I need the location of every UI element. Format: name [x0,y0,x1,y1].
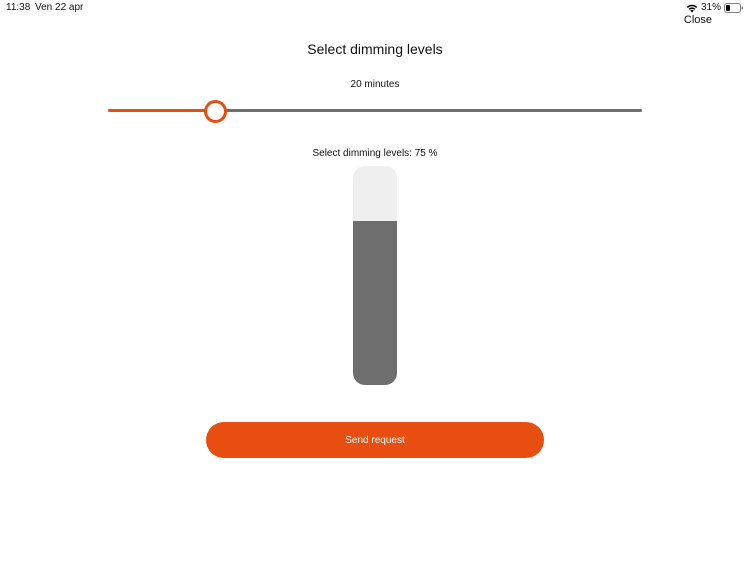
status-bar: 11:38 Ven 22 apr 31% [0,0,750,14]
status-indicators: 31% [686,1,744,15]
dimming-screen: 11:38 Ven 22 apr 31% Close Select dimmin… [0,0,750,562]
status-date: Ven 22 apr [35,2,84,13]
close-button[interactable]: Close [684,14,712,26]
duration-slider-fill [108,109,215,112]
dimming-level-fill [353,220,397,385]
battery-percent: 31% [700,2,721,13]
battery-icon [724,3,743,13]
send-request-button[interactable]: Send request [206,422,544,458]
dimming-level-label: Select dimming levels: 75 % [312,148,438,159]
duration-slider[interactable] [108,98,642,124]
duration-slider-thumb[interactable] [203,100,227,123]
wifi-icon [686,4,698,13]
page-title: Select dimming levels [307,41,443,57]
status-time: 11:38 [6,2,31,13]
duration-label: 20 minutes [350,79,400,90]
dimming-level-slider[interactable] [353,166,397,385]
